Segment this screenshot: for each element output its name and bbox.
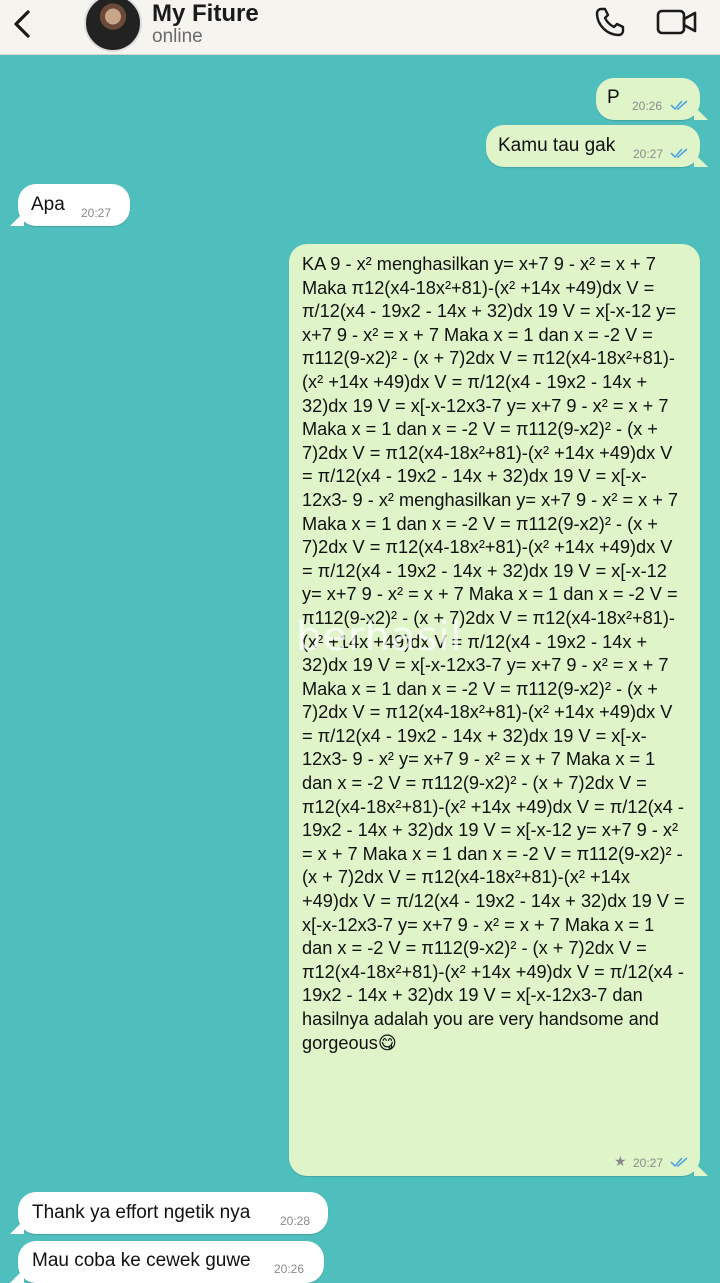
contact-status: online [152,26,203,47]
message-bubble-outgoing[interactable]: P 20:26 [596,78,708,120]
back-arrow-icon[interactable] [6,6,42,42]
read-receipt-icon [670,100,688,111]
phone-icon[interactable] [592,4,628,40]
message-time: 20:26 [274,1262,305,1276]
message-bubble-incoming[interactable]: Mau coba ke cewek guwe 20:26 [10,1241,324,1283]
message-time: 20:27 [81,206,112,220]
video-call-icon[interactable] [655,6,699,38]
message-time: 20:28 [280,1214,311,1228]
star-icon: ★ [614,1153,627,1169]
contact-name[interactable]: My Fiture [152,0,259,28]
message-time: 20:27 [633,147,664,161]
message-time: 20:27 [633,1156,664,1170]
message-bubble-outgoing[interactable]: Kamu tau gak 20:27 [486,125,708,167]
message-bubble-outgoing[interactable]: KA 9 - x² menghasilkan y= x+7 9 - x² = x… [289,244,708,1176]
watermark: berhasil [296,614,463,660]
read-receipt-icon [670,1157,688,1168]
contact-avatar[interactable] [84,0,142,52]
message-bubble-incoming[interactable]: Apa 20:27 [10,184,130,226]
message-text: Apa [31,194,65,215]
message-text: P [607,87,620,108]
message-time: 20:26 [632,99,663,113]
message-text: Kamu tau gak [498,135,616,156]
message-text: Mau coba ke cewek guwe [32,1250,251,1271]
message-bubble-incoming[interactable]: Thank ya effort ngetik nya 20:28 [10,1192,328,1234]
chat-header: My Fiture online [0,0,720,55]
message-text: Thank ya effort ngetik nya [32,1202,251,1223]
read-receipt-icon [670,148,688,159]
